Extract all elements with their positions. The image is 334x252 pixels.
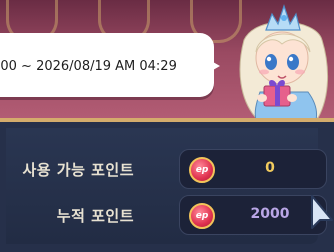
ep-coin-icon: ep <box>189 203 215 229</box>
ep-icon-text: ep <box>195 164 209 175</box>
speech-bubble-tail <box>206 58 220 74</box>
available-points-box: ep 0 <box>179 149 327 189</box>
points-panel-inner: 사용 가능 포인트 ep 0 누적 포인트 ep 2000 <box>6 128 327 244</box>
available-points-label: 사용 가능 포인트 <box>22 161 134 179</box>
event-period-text: :00 ~ 2026/08/19 AM 04:29 <box>0 59 177 74</box>
points-panel: 사용 가능 포인트 ep 0 누적 포인트 ep 2000 <box>0 118 334 252</box>
mouse-cursor-icon <box>311 195 333 229</box>
cumulative-points-value: 2000 <box>250 206 290 222</box>
ep-icon-text: ep <box>195 210 209 221</box>
ep-coin-icon: ep <box>189 157 215 183</box>
princess-character-illustration <box>239 4 329 120</box>
cumulative-points-box: ep 2000 <box>179 195 327 235</box>
event-banner-area: :00 ~ 2026/08/19 AM 04:29 <box>0 0 334 120</box>
cumulative-points-label: 누적 포인트 <box>56 207 134 225</box>
available-points-value: 0 <box>265 160 275 176</box>
